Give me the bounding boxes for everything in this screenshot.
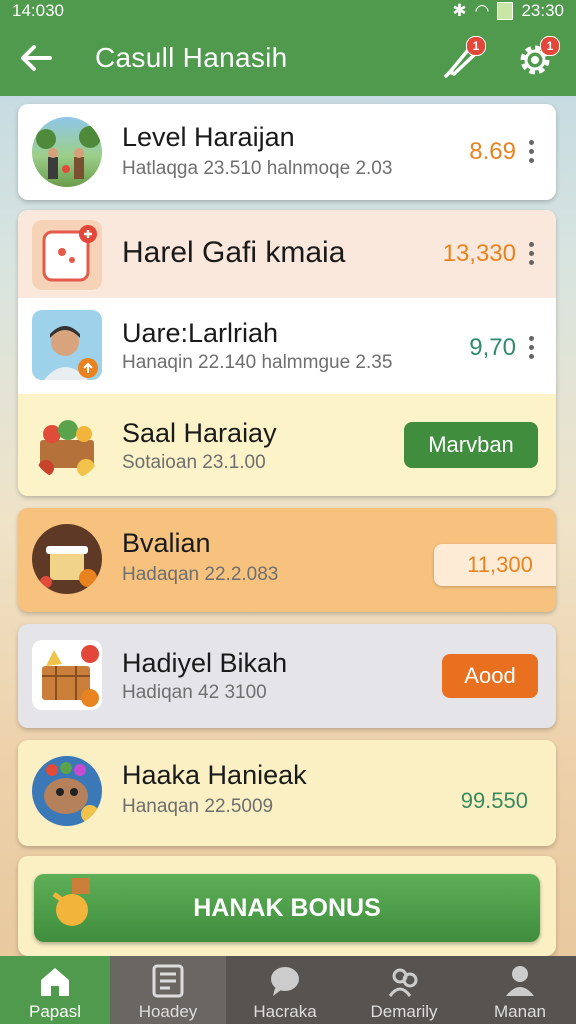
list-icon — [152, 964, 184, 998]
person-icon — [506, 966, 534, 996]
item-title: Harel Gafi kmaia — [122, 236, 346, 269]
nav-item-hacraka[interactable]: Hacraka — [226, 956, 344, 1024]
nav-label: Manan — [494, 1002, 546, 1021]
nav-item-hoadey[interactable]: Hoadey — [110, 956, 226, 1024]
item-title: Level Haraijan — [122, 122, 295, 152]
list-item[interactable]: Level Haraijan Hatlaqga 23.510 halnmoqe … — [18, 104, 556, 200]
people-icon — [388, 968, 418, 997]
item-value: 8.69 — [469, 138, 516, 165]
item-subtitle: Hanaqan 22.5009 — [122, 796, 274, 817]
settings-badge: 1 — [540, 36, 560, 56]
list-item[interactable]: Saal Haraiay Sotaioan 23.1.00 Marvban — [18, 394, 556, 496]
nav-label: Hoadey — [138, 1002, 198, 1021]
nav-item-demarily[interactable]: Demarily — [344, 956, 464, 1024]
app-bar: Casull Hanasih 1 1 — [0, 22, 576, 96]
status-time: 14:030 — [12, 1, 64, 20]
item-title: Hadiyel Bikah — [122, 648, 288, 678]
home-icon — [41, 968, 69, 996]
item-title: Uare:Larlriah — [122, 318, 279, 348]
item-title: Saal Haraiay — [122, 418, 277, 448]
nav-label: Papasl — [29, 1002, 81, 1021]
nav-item-papasl[interactable]: Papasl — [0, 956, 110, 1024]
game-app-icon — [32, 220, 102, 290]
battery-icon — [497, 2, 514, 20]
park-avatar — [32, 117, 102, 187]
bluetooth-icon: ✱ — [452, 1, 467, 20]
list-item[interactable]: Bvalian Hadaqan 22.2.083 11,300 — [18, 508, 556, 612]
bottom-nav: Papasl Hoadey Hacraka Demarily Manan — [0, 956, 576, 1024]
notifications-button[interactable]: 1 — [438, 36, 486, 82]
item-subtitle: Sotaioan 23.1.00 — [122, 452, 266, 473]
item-value: 11,300 — [434, 544, 556, 586]
item-subtitle: Hadiqan 42 3100 — [122, 682, 267, 703]
action-button[interactable]: Marvban — [404, 422, 538, 468]
list-item[interactable]: Harel Gafi kmaia 13,330 — [18, 210, 556, 298]
item-title: Haaka Hanieak — [122, 760, 307, 790]
user-avatar — [32, 310, 102, 380]
back-button[interactable] — [16, 38, 56, 78]
item-subtitle: Hadaqan 22.2.083 — [122, 564, 279, 585]
list-item[interactable]: Uare:Larlriah Hanaqin 22.140 halmmgue 2.… — [18, 298, 556, 394]
item-subtitle: Hanaqin 22.140 halmmgue 2.35 — [122, 352, 393, 373]
status-icons: ✱ ◠ 23:30 — [452, 1, 564, 21]
chat-icon — [271, 967, 299, 996]
nav-label: Hacraka — [253, 1002, 317, 1021]
add-button[interactable]: Aood — [442, 654, 538, 698]
character-icon — [32, 756, 102, 826]
item-value: 99.550 — [460, 788, 528, 813]
page-title: Casull Hanasih — [95, 42, 288, 73]
trophy-icon — [52, 878, 90, 926]
bonus-button[interactable]: HANAK BONUS — [34, 874, 540, 942]
notification-badge: 1 — [466, 36, 486, 56]
nav-label: Demarily — [370, 1002, 438, 1021]
gift-box-icon — [32, 640, 102, 710]
coffee-item-icon — [32, 524, 102, 594]
status-clock: 23:30 — [521, 1, 564, 20]
status-bar: 14:030 ✱ ◠ 23:30 — [0, 0, 576, 22]
settings-button[interactable]: 1 — [512, 36, 560, 82]
list-item[interactable]: Hadiyel Bikah Hadiqan 42 3100 Aood — [18, 624, 556, 728]
item-value: 13,330 — [442, 240, 516, 267]
arrow-left-icon — [21, 45, 52, 71]
food-basket-icon — [32, 410, 102, 480]
bonus-label: HANAK BONUS — [193, 894, 381, 922]
more-icon[interactable] — [526, 242, 536, 268]
list-item[interactable]: Haaka Hanieak Hanaqan 22.5009 99.550 — [18, 740, 556, 846]
wifi-icon: ◠ — [474, 1, 490, 20]
nav-item-manan[interactable]: Manan — [464, 956, 576, 1024]
item-subtitle: Hatlaqga 23.510 halnmoqe 2.03 — [122, 158, 393, 179]
more-icon[interactable] — [526, 336, 536, 362]
item-value: 9,70 — [469, 334, 516, 361]
item-title: Bvalian — [122, 528, 211, 558]
more-icon[interactable] — [526, 140, 536, 166]
item-group: Harel Gafi kmaia 13,330 Uare:Larlriah Ha… — [18, 210, 556, 496]
item-list: Level Haraijan Hatlaqga 23.510 halnmoqe … — [0, 96, 576, 956]
bonus-card: HANAK BONUS — [18, 856, 556, 956]
